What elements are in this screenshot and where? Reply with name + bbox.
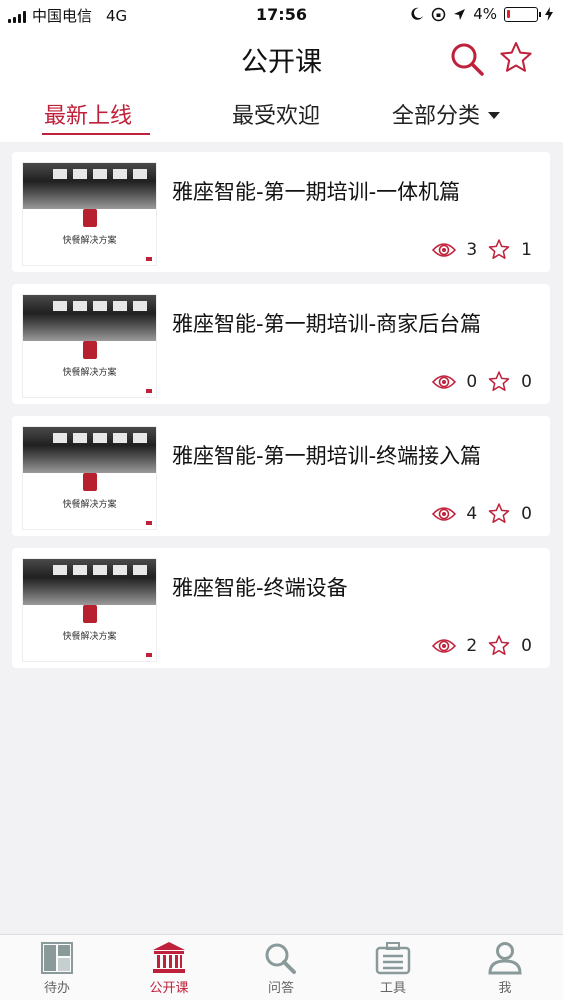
- thumbnail-logo: [83, 209, 97, 227]
- course-title: 雅座智能-第一期培训-一体机篇: [172, 180, 461, 204]
- course-stats: 3 1: [432, 238, 532, 262]
- bottom-tab-qa[interactable]: 问答: [246, 941, 316, 996]
- bottom-tab-label: 待办: [43, 981, 70, 996]
- bottom-tab-todo[interactable]: 待办: [22, 941, 92, 996]
- views-stat: 2: [432, 636, 477, 656]
- status-bar: 中国电信 4G 17:56 4%: [0, 0, 563, 30]
- favorites-stat[interactable]: 0: [487, 634, 532, 658]
- favorites-stat[interactable]: 0: [487, 370, 532, 394]
- bottom-tab-bar: 待办 公开课 问答 工具 我: [0, 934, 563, 1000]
- battery-percent: 4%: [473, 5, 497, 23]
- bottom-tab-label: 我: [498, 981, 512, 996]
- thumbnail-caption: 快餐解决方案: [62, 368, 117, 378]
- tab-popular[interactable]: 最受欢迎: [232, 98, 320, 130]
- course-title: 雅座智能-终端设备: [172, 576, 348, 600]
- course-card[interactable]: 快餐解决方案 雅座智能-第一期培训-商家后台篇 0 0: [12, 284, 550, 404]
- tab-all-categories-label: 全部分类: [392, 104, 481, 129]
- bottom-tab-open-course[interactable]: 公开课: [134, 941, 204, 996]
- tab-all-categories[interactable]: 全部分类: [392, 98, 501, 130]
- thumbnail-logo: [83, 605, 97, 623]
- thumbnail-mark: [146, 653, 152, 657]
- course-title: 雅座智能-第一期培训-终端接入篇: [172, 444, 482, 468]
- thumbnail-caption: 快餐解决方案: [62, 236, 117, 246]
- views-stat: 3: [432, 240, 477, 260]
- thumbnail-caption: 快餐解决方案: [62, 500, 117, 510]
- course-thumbnail: 快餐解决方案: [22, 294, 157, 398]
- thumbnail-mark: [146, 389, 152, 393]
- tab-active-indicator: [42, 133, 150, 135]
- bottom-tab-tools[interactable]: 工具: [358, 941, 428, 996]
- views-count: 0: [466, 372, 478, 392]
- course-thumbnail: 快餐解决方案: [22, 162, 157, 266]
- bottom-tab-me[interactable]: 我: [470, 941, 540, 996]
- course-thumbnail: 快餐解决方案: [22, 558, 157, 662]
- search-icon: [451, 43, 484, 76]
- course-title: 雅座智能-第一期培训-商家后台篇: [172, 312, 482, 336]
- favorites-stat[interactable]: 0: [487, 502, 532, 526]
- eye-icon: [432, 507, 457, 521]
- favorites-button[interactable]: [496, 38, 536, 78]
- bank-icon: [153, 942, 185, 973]
- course-stats: 0 0: [432, 370, 532, 394]
- eye-icon: [432, 639, 457, 653]
- favorites-count: 0: [521, 504, 532, 524]
- course-thumbnail: 快餐解决方案: [22, 426, 157, 530]
- star-icon: [488, 239, 510, 259]
- star-icon: [488, 503, 510, 523]
- status-right: 4%: [410, 5, 553, 23]
- thumbnail-logo: [83, 473, 97, 491]
- layout-icon: [41, 942, 73, 974]
- course-list: 快餐解决方案 雅座智能-第一期培训-一体机篇 3 1 快餐解决方案 雅座智能-第…: [12, 152, 550, 680]
- user-icon: [488, 942, 522, 975]
- course-stats: 2 0: [432, 634, 532, 658]
- nav-bar: 公开课: [0, 30, 563, 86]
- eye-icon: [432, 243, 457, 257]
- caret-down-icon: [488, 111, 501, 119]
- views-count: 4: [466, 504, 478, 524]
- eye-icon: [432, 375, 457, 389]
- thumbnail-photo: [23, 559, 156, 605]
- battery-icon: [504, 6, 541, 22]
- toolbox-icon: [375, 942, 411, 975]
- tab-newest[interactable]: 最新上线: [44, 98, 132, 130]
- moon-icon: [411, 7, 424, 20]
- course-card[interactable]: 快餐解决方案 雅座智能-终端设备 2 0: [12, 548, 550, 668]
- views-count: 2: [466, 636, 478, 656]
- favorites-count: 0: [521, 372, 532, 392]
- thumbnail-logo: [83, 341, 97, 359]
- orientation-lock-icon: [431, 7, 446, 21]
- location-icon: [454, 8, 466, 20]
- course-card[interactable]: 快餐解决方案 雅座智能-第一期培训-一体机篇 3 1: [12, 152, 550, 272]
- thumbnail-photo: [23, 163, 156, 209]
- thumbnail-mark: [146, 257, 152, 261]
- favorites-count: 0: [521, 636, 532, 656]
- bottom-tab-label: 工具: [379, 981, 406, 996]
- bottom-tab-label: 问答: [267, 981, 294, 996]
- search-icon: [265, 943, 296, 974]
- thumbnail-caption: 快餐解决方案: [62, 632, 117, 642]
- views-count: 3: [466, 240, 478, 260]
- views-stat: 4: [432, 504, 477, 524]
- star-icon: [488, 371, 510, 391]
- category-tabs: 最新上线 最受欢迎 全部分类: [0, 86, 563, 142]
- bottom-tab-label: 公开课: [149, 981, 189, 996]
- thumbnail-photo: [23, 295, 156, 341]
- course-card[interactable]: 快餐解决方案 雅座智能-第一期培训-终端接入篇 4 0: [12, 416, 550, 536]
- views-stat: 0: [432, 372, 477, 392]
- thumbnail-photo: [23, 427, 156, 473]
- charging-icon: [545, 7, 553, 21]
- course-stats: 4 0: [432, 502, 532, 526]
- favorites-count: 1: [521, 240, 532, 260]
- star-icon: [500, 42, 532, 72]
- favorites-stat[interactable]: 1: [487, 238, 532, 262]
- thumbnail-mark: [146, 521, 152, 525]
- star-icon: [488, 635, 510, 655]
- search-button[interactable]: [448, 40, 488, 80]
